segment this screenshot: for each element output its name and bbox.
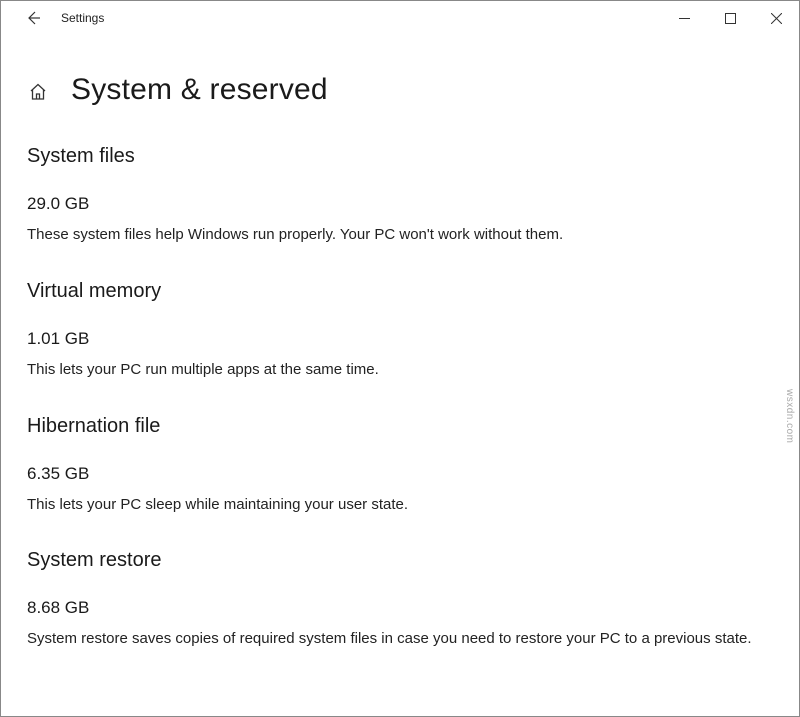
section-heading: Virtual memory bbox=[27, 280, 773, 303]
maximize-button[interactable] bbox=[707, 1, 753, 35]
window-controls bbox=[661, 1, 799, 35]
back-button[interactable] bbox=[13, 1, 53, 35]
section-description: These system files help Windows run prop… bbox=[27, 224, 567, 246]
watermark: wsxdn.com bbox=[784, 389, 795, 444]
home-icon-svg bbox=[28, 82, 48, 102]
section-virtual-memory: Virtual memory 1.01 GB This lets your PC… bbox=[27, 280, 773, 381]
back-arrow-icon bbox=[25, 10, 41, 26]
section-description: This lets your PC sleep while maintainin… bbox=[27, 494, 767, 516]
minimize-button[interactable] bbox=[661, 1, 707, 35]
minimize-icon bbox=[679, 13, 690, 24]
section-size: 1.01 GB bbox=[27, 329, 773, 349]
section-size: 6.35 GB bbox=[27, 464, 773, 484]
section-heading: System restore bbox=[27, 549, 773, 572]
section-size: 29.0 GB bbox=[27, 194, 773, 214]
page-header: System & reserved bbox=[27, 73, 773, 107]
section-system-restore: System restore 8.68 GB System restore sa… bbox=[27, 549, 773, 650]
page-title: System & reserved bbox=[71, 73, 328, 107]
close-icon bbox=[771, 13, 782, 24]
app-title: Settings bbox=[61, 11, 104, 25]
section-heading: Hibernation file bbox=[27, 415, 773, 438]
home-icon[interactable] bbox=[27, 81, 49, 103]
section-heading: System files bbox=[27, 145, 773, 168]
section-description: System restore saves copies of required … bbox=[27, 628, 767, 650]
titlebar: Settings bbox=[1, 1, 799, 35]
section-hibernation-file: Hibernation file 6.35 GB This lets your … bbox=[27, 415, 773, 516]
section-size: 8.68 GB bbox=[27, 598, 773, 618]
section-description: This lets your PC run multiple apps at t… bbox=[27, 359, 767, 381]
close-button[interactable] bbox=[753, 1, 799, 35]
content-area: System & reserved System files 29.0 GB T… bbox=[1, 35, 799, 650]
section-system-files: System files 29.0 GB These system files … bbox=[27, 145, 773, 246]
maximize-icon bbox=[725, 13, 736, 24]
